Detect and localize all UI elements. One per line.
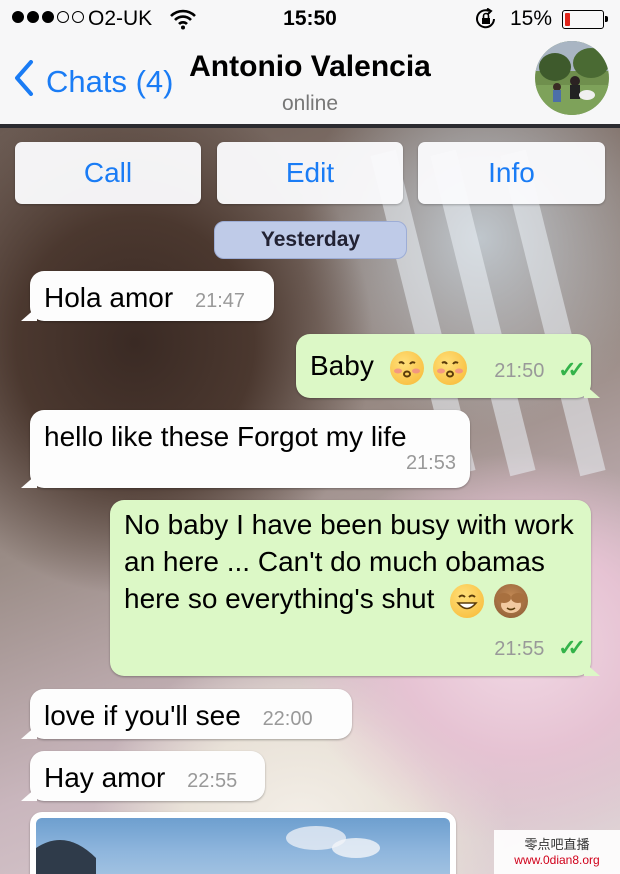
rotation-lock-icon [474, 7, 498, 36]
message-time: 22:00 [262, 708, 313, 730]
chat-header: Chats (4) Antonio Valencia online [0, 38, 620, 124]
see-no-evil-monkey-emoji [493, 583, 528, 618]
battery-percentage: 15% [510, 7, 553, 30]
kissing-face-emoji [389, 350, 424, 385]
incoming-message[interactable]: Hola amor 21:47 [21, 271, 274, 321]
message-text: hello like these Forgot my life [44, 421, 407, 452]
edit-button[interactable]: Edit [217, 142, 403, 204]
contact-status: online [281, 92, 339, 115]
read-receipt-icon: ✓✓ [558, 635, 586, 660]
incoming-message[interactable]: hello like these Forgot my life 21:53 [21, 410, 470, 488]
kissing-face-emoji [433, 350, 468, 385]
grinning-face-emoji [450, 583, 485, 618]
photo-thumbnail [36, 818, 450, 874]
message-time: 21:55 [494, 638, 545, 660]
photo-message[interactable] [30, 812, 456, 874]
read-receipt-icon: ✓✓ [558, 357, 586, 382]
watermark: 零点吧直播 www.0dian8.org [494, 830, 620, 874]
outgoing-message[interactable]: No baby I have been busy with work an he… [110, 500, 600, 676]
message-time: 22:55 [187, 770, 238, 792]
message-time: 21:47 [194, 290, 246, 312]
date-divider: Yesterday [214, 221, 407, 259]
info-button[interactable]: Info [418, 142, 605, 204]
message-text: Hay amor [44, 762, 166, 793]
contact-name: Antonio Valencia [189, 50, 431, 83]
message-text: Hola amor [44, 282, 174, 313]
status-bar: O2-UK 15:50 15% [0, 0, 620, 38]
outgoing-message[interactable]: Baby 21:50 ✓✓ [296, 334, 600, 398]
battery-icon [562, 10, 608, 29]
incoming-message[interactable]: love if you'll see 22:00 [21, 689, 352, 739]
battery-level [565, 13, 570, 26]
message-time: 21:50 [494, 360, 545, 382]
message-time: 21:53 [405, 452, 456, 474]
watermark-title: 零点吧直播 [524, 837, 590, 852]
message-text: love if you'll see [44, 700, 241, 731]
chat-conversation[interactable]: Call Edit Info Yesterday Hola amor 21:47… [0, 128, 620, 874]
watermark-url: www.0dian8.org [514, 853, 600, 867]
call-button[interactable]: Call [15, 142, 201, 204]
contact-avatar[interactable] [535, 41, 609, 115]
incoming-message[interactable]: Hay amor 22:55 [21, 751, 265, 801]
message-text: Baby [310, 350, 374, 381]
